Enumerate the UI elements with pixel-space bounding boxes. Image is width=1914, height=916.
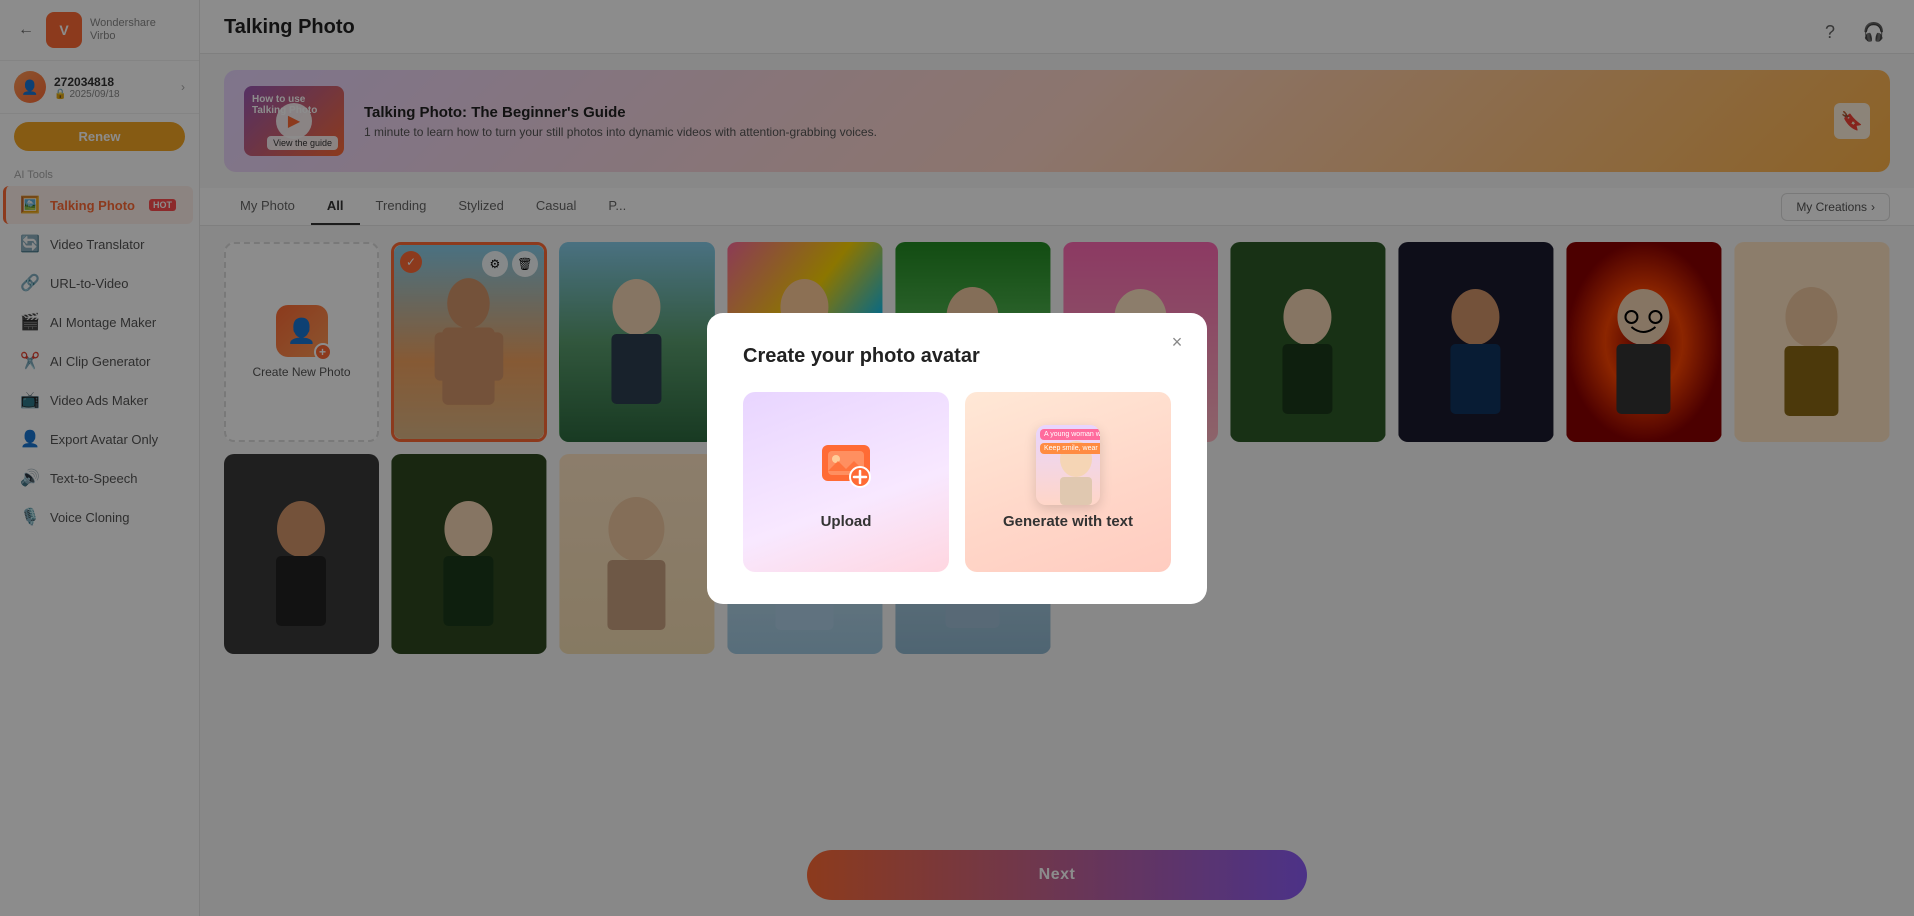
create-photo-modal: × Create your photo avatar: [707, 313, 1207, 604]
modal-title: Create your photo avatar: [743, 345, 1171, 368]
generate-option[interactable]: A young woman with blo... Keep smile, we…: [965, 392, 1171, 572]
generate-label: Generate with text: [1003, 513, 1133, 530]
modal-options: Upload: [743, 392, 1171, 572]
upload-icon: [814, 433, 878, 497]
upload-option[interactable]: Upload: [743, 392, 949, 572]
modal-close-button[interactable]: ×: [1163, 329, 1191, 357]
upload-label: Upload: [821, 513, 872, 530]
modal-overlay[interactable]: × Create your photo avatar: [0, 0, 1914, 916]
generate-icon: A young woman with blo... Keep smile, we…: [1036, 433, 1100, 497]
